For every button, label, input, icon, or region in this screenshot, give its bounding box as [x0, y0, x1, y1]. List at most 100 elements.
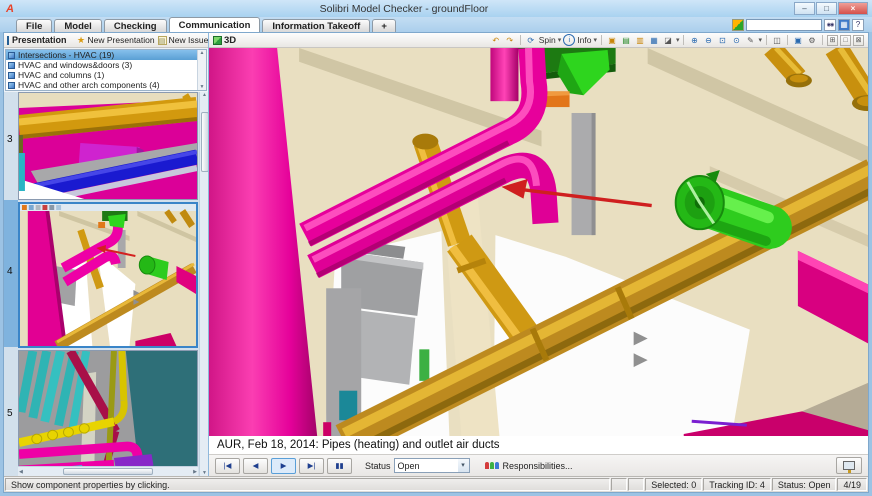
- close-button[interactable]: ×: [838, 2, 868, 15]
- last-slide-button[interactable]: ▶|: [299, 458, 324, 474]
- scrollbar-thumb[interactable]: [201, 112, 209, 172]
- layout-switch-icon[interactable]: [732, 19, 744, 31]
- new-presentation-button[interactable]: ★ New Presentation: [77, 35, 155, 45]
- status-message: Show component properties by clicking.: [5, 478, 610, 491]
- binoculars-icon[interactable]: ◉◉: [824, 19, 836, 31]
- status-bar: Show component properties by clicking. S…: [4, 476, 868, 492]
- minimize-button[interactable]: –: [794, 2, 815, 15]
- presentation-item-icon: [8, 62, 15, 69]
- first-slide-button[interactable]: |◀: [215, 458, 240, 474]
- tab-checking[interactable]: Checking: [104, 19, 167, 32]
- views-dropdown-icon[interactable]: ▾: [676, 36, 680, 44]
- zoom-fit-icon[interactable]: ⊙: [730, 34, 742, 46]
- slide-thumbnail-list: 3 4 5: [4, 92, 208, 476]
- status-label: Status: [365, 461, 391, 471]
- spin-label[interactable]: Spin: [539, 35, 556, 45]
- status-tracking-id: Tracking ID: 4: [703, 478, 771, 491]
- slide-number: 4: [7, 266, 13, 277]
- settings-gear-icon[interactable]: ⚙: [806, 34, 818, 46]
- spin-dropdown-icon[interactable]: ▾: [558, 36, 562, 44]
- presentation-panel: Presentation ★ New Presentation ▤ New Is…: [4, 33, 209, 476]
- solibri-logo: A: [6, 3, 14, 15]
- scroll-up-icon[interactable]: ▲: [198, 50, 206, 56]
- slide-number: 5: [7, 408, 13, 419]
- next-slide-button[interactable]: ▶: [271, 458, 296, 474]
- section-icon[interactable]: ◫: [771, 34, 783, 46]
- panel-close-icon[interactable]: ⊠: [853, 35, 864, 46]
- thumbnail-vertical-scrollbar[interactable]: ▲ ▼: [199, 92, 208, 476]
- scrollbar-thumb[interactable]: [63, 468, 153, 475]
- 3d-cube-icon: [213, 36, 222, 45]
- title-bar: A Solibri Model Checker - groundFloor – …: [0, 0, 872, 17]
- snapshot-icon[interactable]: ▦: [648, 34, 660, 46]
- camera-icon[interactable]: ▣: [606, 34, 618, 46]
- chevron-down-icon[interactable]: ▾: [458, 459, 469, 472]
- spin-icon[interactable]: ⟳: [525, 34, 537, 46]
- views-icon[interactable]: ◪: [662, 34, 674, 46]
- info-label[interactable]: Info: [577, 35, 591, 45]
- panel-maximize-icon[interactable]: □: [840, 35, 851, 46]
- scroll-up-icon[interactable]: ▲: [200, 92, 208, 98]
- back-icon[interactable]: ↶: [490, 34, 502, 46]
- presentation-item-icon: [8, 82, 15, 89]
- zoom-out-icon[interactable]: ⊖: [702, 34, 714, 46]
- monitor-icon: [843, 461, 855, 470]
- slide-thumbnail-3[interactable]: [18, 92, 198, 200]
- info-icon[interactable]: i: [563, 34, 575, 46]
- measure-dropdown-icon[interactable]: ▾: [758, 36, 762, 44]
- status-issue-state: Status: Open: [772, 478, 837, 491]
- scroll-left-icon[interactable]: ◀: [19, 469, 23, 475]
- tab-information-takeoff[interactable]: Information Takeoff: [262, 19, 370, 32]
- thumbnail-horizontal-scrollbar[interactable]: ◀ ▶: [18, 466, 198, 476]
- film-icon[interactable]: ▤: [620, 34, 632, 46]
- tree-item-hvac-other-arch[interactable]: HVAC and other arch components (4): [6, 80, 206, 90]
- layers-icon[interactable]: ▥: [634, 34, 646, 46]
- maximize-button[interactable]: □: [816, 2, 837, 15]
- slide-thumbnail-4-selected[interactable]: [18, 202, 198, 348]
- help-icon[interactable]: ?: [852, 19, 864, 31]
- presentation-nav-bar: |◀ ◀ ▶ ▶| ▮▮ Status Open ▾ Responsibilit…: [209, 454, 868, 476]
- measure-icon[interactable]: ✎: [744, 34, 756, 46]
- tab-file[interactable]: File: [16, 19, 52, 32]
- panel-float-icon[interactable]: ⊞: [827, 35, 838, 46]
- slideshow-button[interactable]: ▮▮: [327, 458, 352, 474]
- responsibilities-button[interactable]: Responsibilities...: [485, 461, 573, 471]
- presentation-mode-button[interactable]: [836, 457, 862, 474]
- quick-search-input[interactable]: [746, 19, 822, 31]
- scroll-down-icon[interactable]: ▼: [200, 470, 208, 476]
- tree-item-hvac-columns[interactable]: HVAC and columns (1): [6, 70, 206, 80]
- presentation-panel-title: Presentation: [12, 35, 67, 45]
- snapshot2-icon[interactable]: ▣: [792, 34, 804, 46]
- tab-model[interactable]: Model: [54, 19, 101, 32]
- tab-add[interactable]: +: [372, 19, 396, 32]
- tab-communication[interactable]: Communication: [169, 17, 261, 32]
- status-selected-count: Selected: 0: [645, 478, 702, 491]
- slide-caption: AUR, Feb 18, 2014: Pipes (heating) and o…: [217, 439, 500, 451]
- new-issue-button[interactable]: ▤ New Issue: [158, 35, 209, 45]
- presentation-item-icon: [8, 52, 15, 59]
- window-title: Solibri Model Checker - groundFloor: [14, 3, 794, 15]
- apps-icon[interactable]: ▦: [838, 19, 850, 31]
- menu-tab-bar: File Model Checking Communication Inform…: [0, 17, 872, 32]
- status-slide-position: 4/19: [837, 478, 867, 491]
- slide-thumbnail-5[interactable]: [18, 350, 198, 476]
- zoom-in-icon[interactable]: ⊕: [688, 34, 700, 46]
- slide-number-column: 3 4 5: [4, 92, 18, 476]
- tree-item-hvac-windows-doors[interactable]: HVAC and windows&doors (3): [6, 60, 206, 70]
- forward-icon[interactable]: ↷: [504, 34, 516, 46]
- green-pipe-stub[interactable]: [419, 349, 429, 381]
- info-dropdown-icon[interactable]: ▾: [593, 36, 597, 44]
- orange-outlet[interactable]: [546, 91, 570, 107]
- 3d-view-panel: 3D ↶ ↷ ⟳ Spin ▾ i Info ▾ ▣ ▤ ▥ ▦ ◪ ▾ ⊕ ⊖…: [209, 33, 868, 476]
- scroll-down-icon[interactable]: ▼: [198, 84, 206, 90]
- zoom-window-icon[interactable]: ⊡: [716, 34, 728, 46]
- new-issue-icon: ▤: [158, 36, 167, 45]
- previous-slide-button[interactable]: ◀: [243, 458, 268, 474]
- responsibilities-icon: [485, 462, 500, 469]
- status-dropdown[interactable]: Open ▾: [394, 458, 470, 473]
- tree-scrollbar[interactable]: ▲ ▼: [197, 50, 206, 90]
- magenta-sliver[interactable]: [323, 422, 331, 436]
- 3d-viewport[interactable]: [209, 48, 868, 436]
- tree-item-intersections-hvac[interactable]: Intersections - HVAC (19): [6, 50, 206, 60]
- scroll-right-icon[interactable]: ▶: [193, 469, 197, 475]
